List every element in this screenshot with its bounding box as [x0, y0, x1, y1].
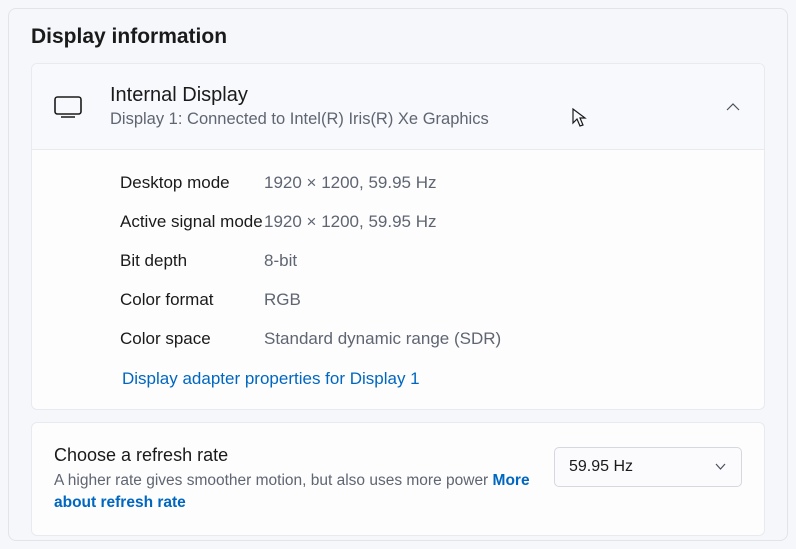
info-value: RGB — [264, 289, 301, 312]
chevron-down-icon — [714, 460, 727, 473]
info-label: Active signal mode — [54, 211, 264, 234]
info-label: Color format — [54, 289, 264, 312]
refresh-desc-text: A higher rate gives smoother motion, but… — [54, 472, 493, 489]
refresh-title: Choose a refresh rate — [54, 443, 534, 468]
refresh-description: A higher rate gives smoother motion, but… — [54, 470, 534, 515]
info-label: Bit depth — [54, 250, 264, 273]
display-subtitle: Display 1: Connected to Intel(R) Iris(R)… — [110, 108, 724, 131]
monitor-icon — [54, 96, 82, 118]
info-label: Desktop mode — [54, 172, 264, 195]
refresh-rate-dropdown[interactable]: 59.95 Hz — [554, 447, 742, 487]
display-card-header[interactable]: Internal Display Display 1: Connected to… — [32, 64, 764, 150]
section-title: Display information — [9, 25, 787, 63]
display-information-panel: Display information Internal Display Dis… — [8, 8, 788, 541]
display-info-card: Internal Display Display 1: Connected to… — [31, 63, 765, 410]
display-header-text: Internal Display Display 1: Connected to… — [110, 82, 724, 131]
adapter-properties-link[interactable]: Display adapter properties for Display 1 — [122, 369, 420, 388]
display-title: Internal Display — [110, 82, 724, 108]
info-value: Standard dynamic range (SDR) — [264, 328, 501, 351]
chevron-up-icon — [724, 98, 742, 116]
info-row: Color format RGB — [54, 281, 742, 320]
info-value: 1920 × 1200, 59.95 Hz — [264, 172, 437, 195]
refresh-rate-selected: 59.95 Hz — [569, 458, 633, 476]
info-row: Color space Standard dynamic range (SDR) — [54, 320, 742, 359]
info-label: Color space — [54, 328, 264, 351]
info-row: Active signal mode 1920 × 1200, 59.95 Hz — [54, 203, 742, 242]
info-value: 8-bit — [264, 250, 297, 273]
refresh-rate-card: Choose a refresh rate A higher rate give… — [31, 422, 765, 536]
info-row: Desktop mode 1920 × 1200, 59.95 Hz — [54, 164, 742, 203]
display-card-body: Desktop mode 1920 × 1200, 59.95 Hz Activ… — [32, 150, 764, 409]
info-row: Bit depth 8-bit — [54, 242, 742, 281]
info-value: 1920 × 1200, 59.95 Hz — [264, 211, 437, 234]
adapter-link-row: Display adapter properties for Display 1 — [54, 359, 742, 389]
refresh-text: Choose a refresh rate A higher rate give… — [54, 443, 554, 515]
